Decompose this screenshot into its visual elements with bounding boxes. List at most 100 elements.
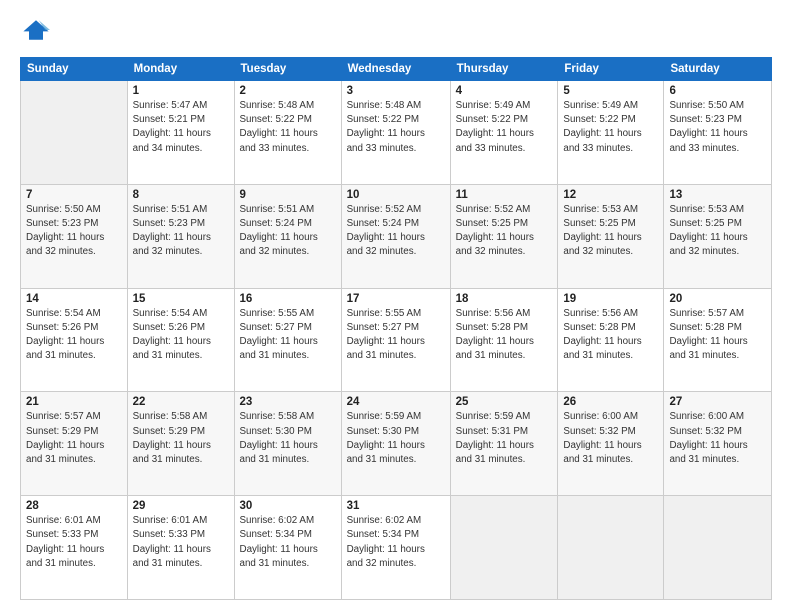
weekday-header-saturday: Saturday — [664, 58, 772, 81]
day-info: Sunrise: 5:53 AM Sunset: 5:25 PM Dayligh… — [563, 203, 658, 260]
calendar-table: SundayMondayTuesdayWednesdayThursdayFrid… — [20, 57, 772, 600]
day-number: 29 — [133, 500, 229, 512]
day-number: 27 — [669, 396, 766, 408]
day-info: Sunrise: 5:59 AM Sunset: 5:31 PM Dayligh… — [456, 410, 553, 467]
weekday-header-tuesday: Tuesday — [234, 58, 341, 81]
calendar-cell: 10 Sunrise: 5:52 AM Sunset: 5:24 PM Dayli… — [341, 184, 450, 288]
day-number: 19 — [563, 293, 658, 305]
calendar-cell: 26 Sunrise: 6:00 AM Sunset: 5:32 PM Dayli… — [558, 392, 664, 496]
day-info: Sunrise: 5:58 AM Sunset: 5:30 PM Dayligh… — [240, 410, 336, 467]
calendar-cell — [450, 496, 558, 600]
day-number: 22 — [133, 396, 229, 408]
day-info: Sunrise: 5:55 AM Sunset: 5:27 PM Dayligh… — [240, 307, 336, 364]
day-info: Sunrise: 6:00 AM Sunset: 5:32 PM Dayligh… — [563, 410, 658, 467]
day-number: 3 — [347, 85, 445, 97]
day-number: 1 — [133, 85, 229, 97]
day-number: 20 — [669, 293, 766, 305]
day-number: 4 — [456, 85, 553, 97]
day-number: 16 — [240, 293, 336, 305]
day-info: Sunrise: 6:02 AM Sunset: 5:34 PM Dayligh… — [240, 514, 336, 571]
weekday-header-monday: Monday — [127, 58, 234, 81]
day-info: Sunrise: 5:52 AM Sunset: 5:25 PM Dayligh… — [456, 203, 553, 260]
day-number: 13 — [669, 189, 766, 201]
calendar-cell: 22Sunrise: 5:58 AM Sunset: 5:29 PM Dayli… — [127, 392, 234, 496]
day-number: 8 — [133, 189, 229, 201]
calendar-week-5: 28 Sunrise: 6:01 AM Sunset: 5:33 PM Dayli… — [21, 496, 772, 600]
day-info: Sunrise: 5:51 AM Sunset: 5:24 PM Dayligh… — [240, 203, 336, 260]
day-number: 24 — [347, 396, 445, 408]
calendar-cell: 27 Sunrise: 6:00 AM Sunset: 5:32 PM Dayli… — [664, 392, 772, 496]
day-info: Sunrise: 5:56 AM Sunset: 5:28 PM Dayligh… — [456, 307, 553, 364]
calendar-cell: 3 Sunrise: 5:48 AM Sunset: 5:22 PM Daylig… — [341, 81, 450, 185]
day-number: 9 — [240, 189, 336, 201]
day-info: Sunrise: 5:51 AM Sunset: 5:23 PM Dayligh… — [133, 203, 229, 260]
day-info: Sunrise: 5:56 AM Sunset: 5:28 PM Dayligh… — [563, 307, 658, 364]
calendar-cell — [558, 496, 664, 600]
calendar-week-1: 1 Sunrise: 5:47 AM Sunset: 5:21 PM Daylig… — [21, 81, 772, 185]
day-info: Sunrise: 5:57 AM Sunset: 5:28 PM Dayligh… — [669, 307, 766, 364]
day-info: Sunrise: 5:48 AM Sunset: 5:22 PM Dayligh… — [347, 99, 445, 156]
day-number: 26 — [563, 396, 658, 408]
day-number: 14 — [26, 293, 122, 305]
calendar-week-3: 14 Sunrise: 5:54 AM Sunset: 5:26 PM Dayli… — [21, 288, 772, 392]
day-number: 2 — [240, 85, 336, 97]
calendar-body: 1 Sunrise: 5:47 AM Sunset: 5:21 PM Daylig… — [21, 81, 772, 600]
calendar-cell: 17Sunrise: 5:55 AM Sunset: 5:27 PM Dayli… — [341, 288, 450, 392]
calendar-cell: 18 Sunrise: 5:56 AM Sunset: 5:28 PM Dayli… — [450, 288, 558, 392]
day-info: Sunrise: 6:01 AM Sunset: 5:33 PM Dayligh… — [133, 514, 229, 571]
calendar-cell: 19 Sunrise: 5:56 AM Sunset: 5:28 PM Dayli… — [558, 288, 664, 392]
calendar-cell: 20 Sunrise: 5:57 AM Sunset: 5:28 PM Dayli… — [664, 288, 772, 392]
day-number: 17 — [347, 293, 445, 305]
calendar-week-4: 21 Sunrise: 5:57 AM Sunset: 5:29 PM Dayli… — [21, 392, 772, 496]
calendar-cell: 7 Sunrise: 5:50 AM Sunset: 5:23 PM Daylig… — [21, 184, 128, 288]
calendar-cell: 24 Sunrise: 5:59 AM Sunset: 5:30 PM Dayli… — [341, 392, 450, 496]
day-number: 18 — [456, 293, 553, 305]
day-number: 23 — [240, 396, 336, 408]
calendar-cell: 21 Sunrise: 5:57 AM Sunset: 5:29 PM Dayli… — [21, 392, 128, 496]
day-number: 11 — [456, 189, 553, 201]
day-number: 6 — [669, 85, 766, 97]
day-number: 28 — [26, 500, 122, 512]
day-info: Sunrise: 5:47 AM Sunset: 5:21 PM Dayligh… — [133, 99, 229, 156]
calendar-cell: 9 Sunrise: 5:51 AM Sunset: 5:24 PM Daylig… — [234, 184, 341, 288]
day-info: Sunrise: 5:49 AM Sunset: 5:22 PM Dayligh… — [563, 99, 658, 156]
day-info: Sunrise: 5:49 AM Sunset: 5:22 PM Dayligh… — [456, 99, 553, 156]
calendar-cell — [21, 81, 128, 185]
day-info: Sunrise: 5:50 AM Sunset: 5:23 PM Dayligh… — [26, 203, 122, 260]
calendar-cell: 8 Sunrise: 5:51 AM Sunset: 5:23 PM Daylig… — [127, 184, 234, 288]
calendar-week-2: 7 Sunrise: 5:50 AM Sunset: 5:23 PM Daylig… — [21, 184, 772, 288]
day-number: 10 — [347, 189, 445, 201]
weekday-header-friday: Friday — [558, 58, 664, 81]
day-info: Sunrise: 5:57 AM Sunset: 5:29 PM Dayligh… — [26, 410, 122, 467]
weekday-header-sunday: Sunday — [21, 58, 128, 81]
calendar-cell: 15Sunrise: 5:54 AM Sunset: 5:26 PM Dayli… — [127, 288, 234, 392]
day-info: Sunrise: 5:54 AM Sunset: 5:26 PM Dayligh… — [26, 307, 122, 364]
calendar-cell: 12Sunrise: 5:53 AM Sunset: 5:25 PM Dayli… — [558, 184, 664, 288]
calendar-cell: 11 Sunrise: 5:52 AM Sunset: 5:25 PM Dayli… — [450, 184, 558, 288]
day-number: 25 — [456, 396, 553, 408]
calendar-cell: 4 Sunrise: 5:49 AM Sunset: 5:22 PM Daylig… — [450, 81, 558, 185]
weekday-header-wednesday: Wednesday — [341, 58, 450, 81]
calendar-cell — [664, 496, 772, 600]
calendar-cell: 23 Sunrise: 5:58 AM Sunset: 5:30 PM Dayli… — [234, 392, 341, 496]
logo — [20, 16, 50, 49]
day-info: Sunrise: 5:48 AM Sunset: 5:22 PM Dayligh… — [240, 99, 336, 156]
weekday-header-row: SundayMondayTuesdayWednesdayThursdayFrid… — [21, 58, 772, 81]
calendar-cell: 14 Sunrise: 5:54 AM Sunset: 5:26 PM Dayli… — [21, 288, 128, 392]
day-info: Sunrise: 5:59 AM Sunset: 5:30 PM Dayligh… — [347, 410, 445, 467]
day-number: 15 — [133, 293, 229, 305]
calendar-cell: 25 Sunrise: 5:59 AM Sunset: 5:31 PM Dayli… — [450, 392, 558, 496]
day-info: Sunrise: 5:53 AM Sunset: 5:25 PM Dayligh… — [669, 203, 766, 260]
day-info: Sunrise: 5:52 AM Sunset: 5:24 PM Dayligh… — [347, 203, 445, 260]
logo-icon — [22, 16, 50, 44]
calendar-cell: 28Sunrise: 6:01 AM Sunset: 5:33 PM Dayli… — [21, 496, 128, 600]
day-info: Sunrise: 6:02 AM Sunset: 5:34 PM Dayligh… — [347, 514, 445, 571]
day-number: 7 — [26, 189, 122, 201]
calendar-cell: 29 Sunrise: 6:01 AM Sunset: 5:33 PM Dayli… — [127, 496, 234, 600]
day-info: Sunrise: 5:50 AM Sunset: 5:23 PM Dayligh… — [669, 99, 766, 156]
calendar-cell: 13 Sunrise: 5:53 AM Sunset: 5:25 PM Dayli… — [664, 184, 772, 288]
day-number: 21 — [26, 396, 122, 408]
header — [20, 16, 772, 49]
day-info: Sunrise: 6:00 AM Sunset: 5:32 PM Dayligh… — [669, 410, 766, 467]
page: SundayMondayTuesdayWednesdayThursdayFrid… — [0, 0, 792, 612]
